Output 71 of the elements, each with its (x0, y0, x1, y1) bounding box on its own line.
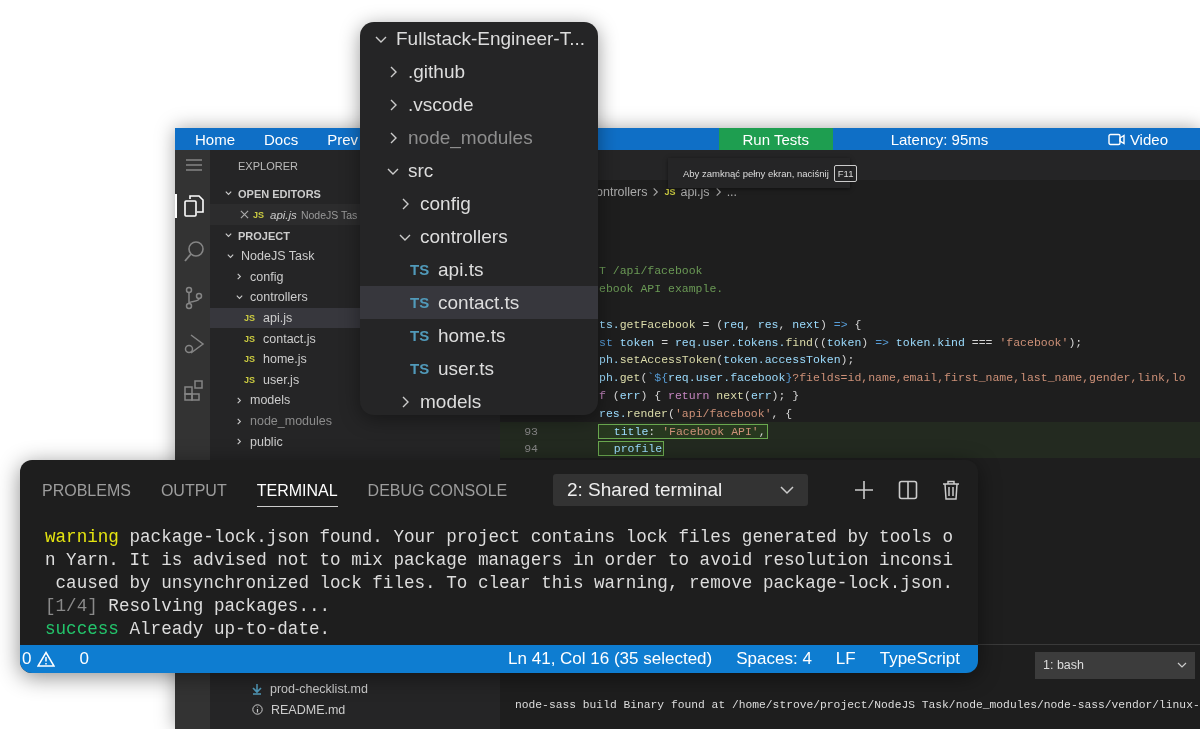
explorer-title: EXPLORER (238, 159, 298, 174)
latency-label: Latency: 95ms (890, 130, 989, 148)
terminal-line: warning package-lock.json found. Your project contains lock files generated by tools o (45, 526, 954, 549)
line-ending[interactable]: LF (835, 649, 856, 669)
warning-count[interactable]: 0 (79, 649, 89, 669)
breadcrumb-item[interactable]: JS api.js (664, 185, 710, 199)
folder-item[interactable]: .vscode (360, 88, 598, 121)
chevron-right-icon (235, 272, 244, 282)
file-item[interactable]: prod-checklist.md (234, 678, 500, 700)
chevron-right-icon (235, 437, 244, 447)
tooltip-text: Aby zamknąć pełny ekran, naciśnij (683, 167, 829, 179)
code-line: st token = req.user.tokens.find((token) => token.kind === 'facebook'); (598, 335, 1084, 349)
section-title: OPEN EDITORS (238, 187, 321, 200)
cursor-position[interactable]: Ln 41, Col 16 (35 selected) (508, 649, 713, 669)
panel-tab[interactable]: DEBUG CONSOLE (367, 473, 508, 507)
nav-link[interactable]: Docs (264, 130, 299, 148)
terminal-line: n Yarn. It is advised not to mix package managers in order to avoid resolution inconsi (45, 549, 954, 572)
nav-link[interactable]: Home (195, 130, 235, 148)
plus-icon[interactable] (854, 480, 874, 500)
video-button[interactable]: Video (1101, 129, 1174, 149)
chevron-right-icon (651, 187, 661, 197)
indentation-setting[interactable]: Spaces: 4 (736, 649, 812, 669)
section-title: PROJECT (238, 229, 290, 242)
key-label: F11 (833, 164, 858, 182)
file-item[interactable]: TS user.ts (360, 352, 598, 385)
breadcrumb-item[interactable]: ... (726, 185, 738, 199)
language-mode[interactable]: TypeScript (879, 649, 960, 669)
folder-item[interactable]: .github (360, 55, 598, 88)
code-line: ph.setAccessToken(token.accessToken); (598, 353, 856, 367)
nav-link[interactable]: Prev (327, 130, 359, 148)
code-line: ph.get(`${req.user.facebook}?fields=id,name,email,first_name,last_name,gender,link,lo (598, 371, 1187, 385)
chevron-down-icon (224, 189, 233, 198)
chevron-down-icon (226, 251, 235, 261)
close-icon[interactable] (240, 210, 249, 219)
code-line: T /api/facebook (598, 264, 704, 278)
terminal-line: caused by unsynchronized lock files. To clear this warning, remove package-lock.json. (54, 572, 954, 595)
chevron-down-icon (1177, 661, 1187, 669)
line-number: 94 (524, 442, 538, 456)
breadcrumb-item[interactable]: ontrollers (596, 185, 648, 199)
terminal-dropdown[interactable]: 2: Shared terminal (553, 474, 808, 506)
chevron-down-icon (780, 485, 794, 495)
terminal-output: node-sass build Binary found at /home/strove/project/NodeJS Task/node_modules/node-sass/vendor/linux- (514, 698, 1200, 711)
download-icon (252, 683, 262, 695)
info-icon (252, 704, 263, 716)
terminal-line: [1/4] Resolving packages... (45, 595, 332, 618)
video-camera-icon (1107, 132, 1125, 146)
file-item[interactable]: TS contact.ts (360, 286, 598, 319)
chevron-down-icon (224, 231, 233, 240)
code-line: ts.getFacebook = (req, res, next) => { (598, 317, 863, 331)
error-count[interactable]: 0 (22, 649, 32, 669)
trash-icon[interactable] (942, 480, 960, 500)
line-number: 93 (524, 424, 538, 438)
code-line: ebook API example. (598, 282, 725, 296)
warning-icon (37, 651, 56, 667)
code-line: res.render('api/facebook', { (598, 406, 794, 420)
file-item[interactable]: TS api.ts (360, 253, 598, 286)
terminal-line: success Already up-to-date. (45, 618, 332, 641)
panel-tab[interactable]: PROBLEMS (42, 473, 131, 507)
terminal-dropdown[interactable]: 1: bash (1035, 651, 1195, 679)
panel-tab[interactable]: OUTPUT (160, 473, 227, 507)
file-item[interactable]: README.md (234, 699, 500, 720)
folder-item[interactable]: Fullstack-Engineer-T... (360, 22, 598, 55)
chevron-right-icon (235, 395, 244, 405)
split-icon[interactable] (898, 480, 918, 500)
code-line: f (err) { return next(err); } (598, 388, 801, 402)
chevron-right-icon (235, 416, 244, 426)
folder-item[interactable]: node_modules (360, 121, 598, 154)
chevron-down-icon (235, 293, 244, 302)
folder-item[interactable]: public (210, 431, 500, 452)
panel-tab[interactable]: TERMINAL (256, 473, 338, 507)
folder-item[interactable]: src (360, 154, 598, 187)
